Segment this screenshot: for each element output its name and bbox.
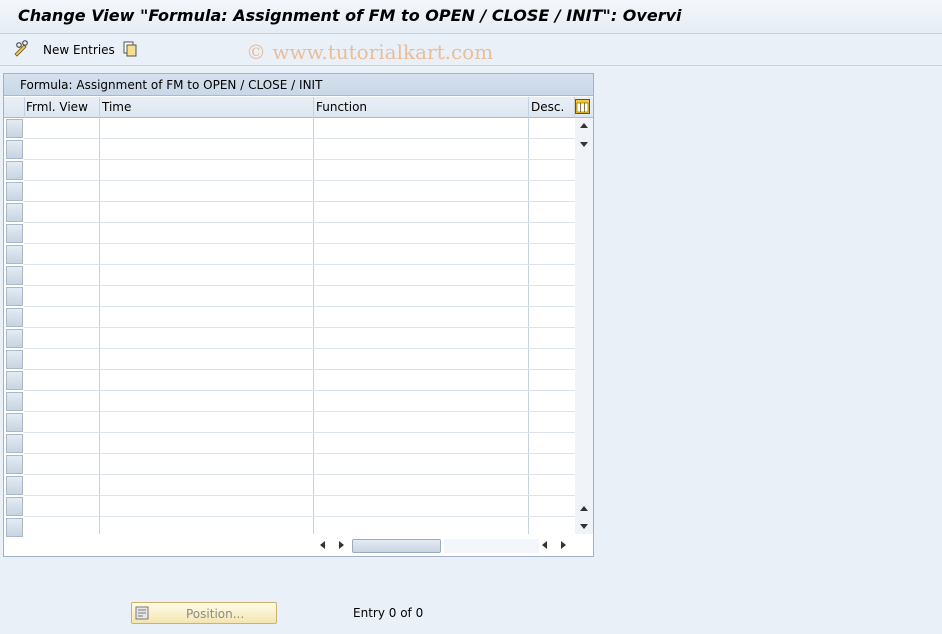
table-row bbox=[24, 348, 575, 349]
table-title-bar: Formula: Assignment of FM to OPEN / CLOS… bbox=[4, 74, 593, 96]
column-header-desc[interactable]: Desc. bbox=[531, 100, 564, 114]
row-selector[interactable] bbox=[6, 203, 23, 222]
scroll-right-icon[interactable] bbox=[339, 541, 344, 549]
table-row bbox=[24, 201, 575, 202]
table-row bbox=[24, 369, 575, 370]
table-row bbox=[24, 243, 575, 244]
new-entries-button[interactable]: New Entries bbox=[43, 43, 115, 57]
column-header-frml-view[interactable]: Frml. View bbox=[26, 100, 88, 114]
row-selector[interactable] bbox=[6, 497, 23, 516]
vertical-scrollbar[interactable] bbox=[575, 118, 593, 534]
column-header-time[interactable]: Time bbox=[102, 100, 131, 114]
scroll-right-end-icon[interactable] bbox=[561, 541, 566, 549]
window-title: Change View "Formula: Assignment of FM t… bbox=[18, 6, 682, 25]
table-row bbox=[24, 390, 575, 391]
table-row bbox=[24, 180, 575, 181]
table-row bbox=[24, 327, 575, 328]
table-row bbox=[24, 264, 575, 265]
entry-counter: Entry 0 of 0 bbox=[353, 606, 424, 620]
position-button[interactable]: Position... bbox=[131, 602, 277, 624]
row-selector[interactable] bbox=[6, 140, 23, 159]
row-selector[interactable] bbox=[6, 329, 23, 348]
copy-icon[interactable] bbox=[121, 40, 139, 58]
horizontal-scrollbar-area bbox=[24, 534, 593, 556]
row-selector[interactable] bbox=[6, 287, 23, 306]
row-selector[interactable] bbox=[6, 182, 23, 201]
table-row bbox=[24, 222, 575, 223]
scroll-page-up-icon[interactable] bbox=[580, 506, 588, 511]
row-selector[interactable] bbox=[6, 119, 23, 138]
row-selector[interactable] bbox=[6, 455, 23, 474]
scroll-up-icon[interactable] bbox=[580, 123, 588, 128]
horizontal-scroll-thumb[interactable] bbox=[352, 539, 441, 553]
row-selector[interactable] bbox=[6, 392, 23, 411]
table-row bbox=[24, 411, 575, 412]
row-selector[interactable] bbox=[6, 308, 23, 327]
row-selector[interactable] bbox=[6, 476, 23, 495]
scroll-left-icon[interactable] bbox=[320, 541, 325, 549]
pencil-glasses-icon[interactable] bbox=[13, 40, 31, 58]
table-row bbox=[24, 516, 575, 517]
column-header-function[interactable]: Function bbox=[316, 100, 367, 114]
table-row bbox=[24, 159, 575, 160]
row-selector[interactable] bbox=[6, 161, 23, 180]
position-icon bbox=[135, 606, 149, 620]
table-row bbox=[24, 138, 575, 139]
title-bar: Change View "Formula: Assignment of FM t… bbox=[0, 0, 942, 34]
row-selector[interactable] bbox=[6, 245, 23, 264]
row-selector[interactable] bbox=[6, 371, 23, 390]
table-title: Formula: Assignment of FM to OPEN / CLOS… bbox=[20, 78, 323, 92]
table-row bbox=[24, 495, 575, 496]
scroll-left-end-icon[interactable] bbox=[542, 541, 547, 549]
row-selector[interactable] bbox=[6, 518, 23, 537]
table-control: Formula: Assignment of FM to OPEN / CLOS… bbox=[3, 73, 594, 557]
scroll-page-down-icon[interactable] bbox=[580, 524, 588, 529]
scroll-down-icon[interactable] bbox=[580, 142, 588, 147]
row-selector[interactable] bbox=[6, 350, 23, 369]
table-row bbox=[24, 474, 575, 475]
table-row bbox=[24, 432, 575, 433]
row-selector[interactable] bbox=[6, 266, 23, 285]
horizontal-scroll-track[interactable] bbox=[444, 539, 539, 553]
position-button-label: Position... bbox=[186, 607, 245, 621]
table-row bbox=[24, 285, 575, 286]
watermark: © www.tutorialkart.com bbox=[246, 40, 494, 64]
row-selector[interactable] bbox=[6, 224, 23, 243]
row-selector[interactable] bbox=[6, 434, 23, 453]
table-row bbox=[24, 306, 575, 307]
row-selector[interactable] bbox=[6, 413, 23, 432]
table-header: Frml. View Time Function Desc. bbox=[4, 97, 593, 118]
table-row bbox=[24, 453, 575, 454]
table-settings-icon[interactable] bbox=[575, 99, 590, 114]
